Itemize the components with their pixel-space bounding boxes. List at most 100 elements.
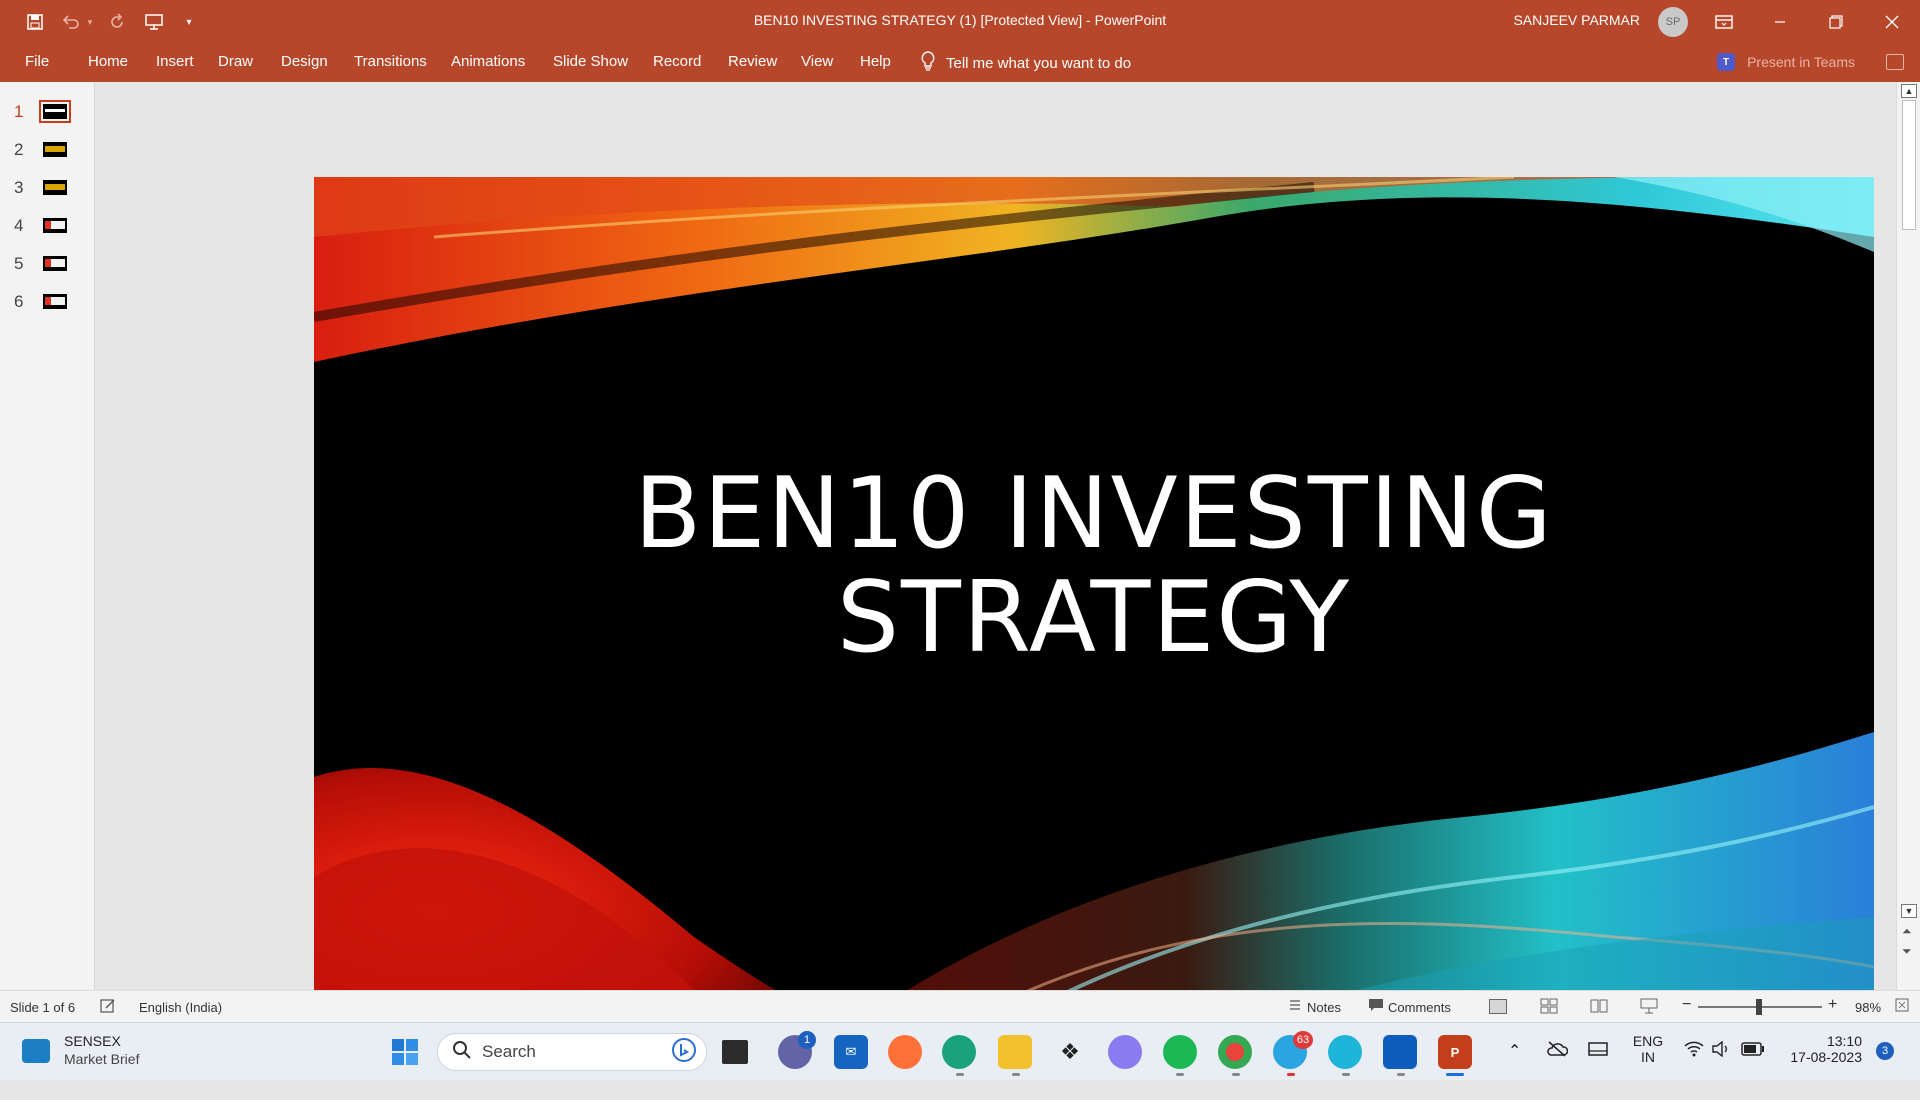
running-indicator [1342,1073,1350,1076]
user-name[interactable]: SANJEEV PARMAR [1513,12,1640,28]
slide-thumbnail[interactable]: 3 [0,172,95,202]
teams-icon: T [1717,53,1736,71]
slide-thumbnail[interactable]: 2 [0,134,95,164]
notes-button[interactable]: Notes [1307,1000,1341,1015]
comments-button[interactable]: Comments [1388,1000,1451,1015]
tab-record[interactable]: Record [653,53,701,70]
tell-me-label: Tell me what you want to do [946,54,1132,72]
slide-counter: Slide 1 of 6 [10,1000,76,1015]
input-language: ENG [1632,1033,1664,1049]
thumbnail-image [43,142,67,157]
battery-icon[interactable] [1741,1042,1765,1100]
slide-editor: BEN10 INVESTING STRATEGY [96,82,1896,1055]
present-in-teams-button[interactable]: T Present in Teams [1717,53,1855,71]
firefox-icon[interactable] [888,1035,922,1069]
fit-to-window-icon[interactable] [1895,998,1909,1015]
scroll-up-arrow-icon[interactable]: ▲ [1901,84,1917,98]
tab-review[interactable]: Review [728,53,777,70]
start-icon[interactable] [388,1035,422,1069]
slide-sorter-icon[interactable] [1540,998,1558,1017]
running-indicator [1287,1073,1295,1076]
tab-view[interactable]: View [801,53,833,70]
slide-thumbnail[interactable]: 6 [0,286,95,316]
close-button[interactable] [1864,0,1920,44]
file-explorer-icon[interactable] [998,1035,1032,1069]
telegram-badge: 63 [1293,1031,1313,1049]
volume-icon[interactable] [1711,1040,1731,1099]
clock-time: 13:10 [1826,1033,1862,1049]
running-indicator [1232,1073,1240,1076]
language-indicator[interactable]: English (India) [139,1000,222,1015]
ribbon-display-options-icon[interactable] [1696,0,1752,44]
tab-design[interactable]: Design [281,53,328,70]
canva-icon[interactable] [1328,1035,1362,1069]
notification-badge[interactable]: 3 [1876,1042,1894,1060]
clock[interactable]: 13:10 17-08-2023 [1782,1033,1862,1091]
tell-me-search[interactable]: Tell me what you want to do [920,50,1131,76]
next-slide-icon[interactable]: ⏷ [1902,944,1912,959]
news-subtitle: Market Brief [64,1051,140,1067]
store-icon[interactable] [1383,1035,1417,1069]
tab-slide-show[interactable]: Slide Show [553,53,628,70]
slide-thumbnail[interactable]: 1 [0,96,95,126]
zoom-out-icon[interactable]: − [1682,996,1691,1014]
slide-thumbnail[interactable]: 5 [0,248,95,278]
comments-icon[interactable] [1368,998,1384,1015]
tab-animations[interactable]: Animations [451,53,525,70]
mail-icon[interactable]: ✉ [834,1035,868,1069]
active-indicator [1446,1073,1464,1076]
comment-icon[interactable] [1886,54,1904,70]
notes-icon[interactable] [1288,998,1302,1015]
edge-icon[interactable] [942,1035,976,1069]
title-bar: ▾ ▾ BEN10 INVESTING STRATEGY (1) [Protec… [0,0,1920,44]
zoom-level[interactable]: 98% [1855,1000,1881,1015]
onedrive-icon[interactable] [1546,1041,1569,1099]
tab-home[interactable]: Home [88,53,128,70]
tab-draw[interactable]: Draw [218,53,253,70]
slide-thumbnail[interactable]: 4 [0,210,95,240]
previous-slide-icon[interactable]: ⏶ [1902,924,1912,939]
current-slide[interactable]: BEN10 INVESTING STRATEGY [314,177,1874,1055]
tab-insert[interactable]: Insert [156,53,194,70]
wifi-icon[interactable] [1684,1041,1704,1099]
thumbnail-image [43,218,67,233]
minimize-button[interactable] [1752,0,1808,44]
chrome-icon[interactable] [1218,1035,1252,1069]
task-view-icon[interactable] [722,1040,748,1064]
copilot-icon[interactable] [1108,1035,1142,1069]
avatar[interactable]: SP [1658,7,1688,37]
slide-show-icon[interactable] [1640,998,1658,1017]
scroll-down-arrow-icon[interactable]: ▼ [1901,904,1917,918]
vertical-scrollbar[interactable]: ▲ ▼ ⏶ ⏷ [1896,82,1920,990]
thumbnail-number: 1 [14,102,24,121]
thumbnail-image [43,180,67,195]
tab-help[interactable]: Help [860,53,891,70]
news-title: SENSEX [64,1033,121,1049]
powerpoint-window: ▾ ▾ BEN10 INVESTING STRATEGY (1) [Protec… [0,0,1920,1080]
accessibility-icon[interactable] [100,998,116,1017]
thumbnail-number: 5 [14,254,24,273]
zoom-slider-handle[interactable] [1756,999,1762,1015]
language-switcher[interactable]: ENG IN [1632,1033,1664,1091]
slide-title-line-1: BEN10 INVESTING [634,457,1554,571]
thumbnail-image [43,256,67,271]
slide-title[interactable]: BEN10 INVESTING STRATEGY [314,462,1874,670]
running-indicator [956,1073,964,1076]
clock-date: 17-08-2023 [1790,1049,1862,1065]
ribbon-tabs: File Home Insert Draw Design Transitions… [0,44,1920,82]
powerpoint-icon[interactable]: P [1438,1035,1472,1069]
reading-view-icon[interactable] [1590,998,1608,1017]
tab-transitions[interactable]: Transitions [354,53,427,70]
dropbox-icon[interactable]: ❖ [1053,1035,1087,1069]
zoom-in-icon[interactable]: + [1828,996,1837,1014]
display-icon[interactable] [1588,1042,1608,1100]
restore-button[interactable] [1808,0,1864,44]
taskbar-search[interactable]: Search [437,1033,707,1071]
thumbnail-number: 2 [14,140,24,159]
spotify-icon[interactable] [1163,1035,1197,1069]
teams-chat-badge: 1 [798,1031,816,1049]
scrollbar-thumb[interactable] [1902,100,1916,230]
tab-file[interactable]: File [25,53,49,70]
show-hidden-icons-icon[interactable]: ⌃ [1508,1041,1521,1099]
normal-view-icon[interactable] [1489,999,1507,1014]
